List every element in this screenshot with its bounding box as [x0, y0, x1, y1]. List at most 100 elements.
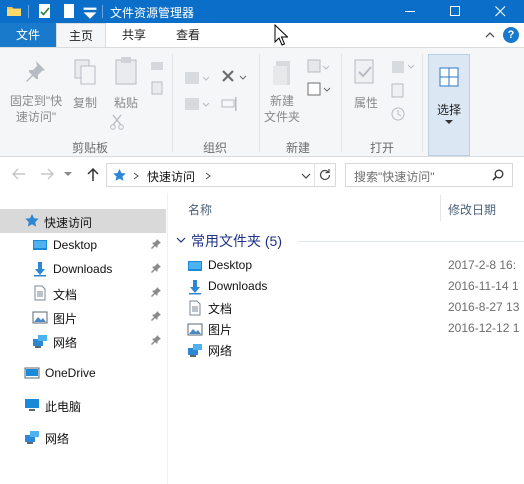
item-name: 图片 — [208, 323, 233, 337]
scissors-icon[interactable] — [110, 114, 124, 130]
minimize-icon — [405, 11, 415, 12]
list-item[interactable]: 文档 2016-8-27 13 — [170, 297, 524, 318]
delete-icon[interactable] — [220, 68, 248, 86]
close-button[interactable] — [481, 0, 521, 23]
this-pc-icon — [25, 399, 39, 411]
help-button[interactable]: ? — [503, 27, 519, 43]
pictures-folder-icon — [32, 311, 48, 324]
address-bar[interactable]: 快速访问 — [106, 163, 336, 187]
window-title: 文件资源管理器 — [110, 6, 195, 20]
refresh-icon[interactable] — [318, 168, 332, 182]
properties-icon[interactable] — [37, 3, 53, 19]
item-date: 2016-12-12 1 — [448, 321, 520, 335]
new-item-icon[interactable] — [306, 58, 330, 76]
pin-icon[interactable] — [150, 262, 162, 274]
network-icon — [25, 431, 39, 444]
network-icon — [33, 335, 47, 348]
sidebar-item-network[interactable]: 网络 — [0, 425, 166, 449]
up-arrow-icon[interactable] — [86, 167, 100, 182]
sidebar-item-onedrive[interactable]: OneDrive — [0, 361, 166, 385]
pictures-folder-icon — [187, 323, 203, 336]
quick-access-star-icon — [113, 169, 126, 181]
chevron-right-icon[interactable] — [205, 172, 211, 180]
properties-label: 属性 — [353, 96, 378, 110]
tab-view[interactable]: 查看 — [162, 23, 214, 47]
downloads-folder-icon — [189, 280, 201, 295]
sidebar-item-label: 文档 — [53, 288, 78, 302]
navigation-pane: 快速访问 Desktop Downloads 文档 图片 网络 OneDrive… — [0, 193, 168, 484]
tab-file[interactable]: 文件 — [0, 23, 56, 47]
customize-qat-icon[interactable] — [82, 6, 98, 22]
open-group-label: 打开 — [369, 141, 394, 155]
maximize-icon — [450, 6, 460, 16]
easy-access-icon[interactable] — [306, 80, 332, 98]
breadcrumb-quick-access[interactable]: 快速访问 — [147, 168, 195, 185]
column-divider[interactable] — [440, 195, 441, 221]
sidebar-item-label: Downloads — [53, 262, 113, 276]
pin-icon[interactable] — [150, 286, 162, 298]
sidebar-item-quick-access[interactable]: 快速访问 — [0, 209, 166, 233]
group-header[interactable]: 常用文件夹 (5) — [191, 231, 282, 251]
move-to-icon[interactable] — [184, 70, 210, 86]
copy-to-icon[interactable] — [184, 96, 210, 112]
folder-icon[interactable] — [6, 3, 22, 19]
rename-icon[interactable] — [220, 96, 240, 112]
pin-icon[interactable] — [150, 334, 162, 346]
forward-arrow-icon[interactable] — [40, 168, 54, 180]
minimize-button[interactable] — [391, 0, 431, 23]
sidebar-item-label: 图片 — [53, 312, 78, 326]
copy-path-icon[interactable] — [150, 81, 164, 95]
chevron-right-icon — [133, 172, 139, 180]
new-folder-icon[interactable] — [61, 3, 77, 19]
sidebar-item-label: OneDrive — [45, 366, 96, 380]
select-label: 选择 — [436, 103, 461, 117]
collapse-ribbon-icon[interactable] — [484, 29, 496, 41]
list-item[interactable]: 网络 — [170, 339, 524, 360]
copy-icon — [74, 59, 96, 85]
paste-icon — [115, 57, 137, 85]
file-list: 名称 修改日期 常用文件夹 (5) Desktop 2017-2-8 16: D… — [170, 193, 524, 484]
recent-locations-icon[interactable] — [64, 171, 72, 177]
new-folder-label-line1: 新建 — [269, 94, 294, 108]
edit-icon[interactable] — [390, 83, 406, 99]
group-divider-line — [298, 241, 524, 242]
maximize-button[interactable] — [436, 0, 476, 23]
item-name: 网络 — [208, 344, 233, 358]
sidebar-item-network-pinned[interactable]: 网络 — [0, 329, 166, 353]
item-name: Desktop — [208, 258, 253, 272]
group-divider — [259, 54, 260, 152]
search-icon[interactable] — [492, 169, 504, 181]
sidebar-item-documents[interactable]: 文档 — [0, 281, 166, 305]
ribbon: 固定到"快 速访问" 复制 粘贴 剪贴板 组织 新建 文件夹 新建 属性 打开 … — [0, 47, 524, 157]
item-date: 2016-8-27 13 — [448, 300, 520, 314]
address-dropdown-icon[interactable] — [301, 173, 311, 179]
paste-label: 粘贴 — [113, 96, 138, 110]
list-item[interactable]: Downloads 2016-11-14 1 — [170, 276, 524, 297]
search-input[interactable]: 搜索"快速访问" — [345, 163, 513, 187]
tab-home[interactable]: 主页 — [56, 23, 106, 47]
tab-share[interactable]: 共享 — [108, 23, 160, 47]
navigation-bar: 快速访问 搜索"快速访问" — [0, 157, 524, 193]
sidebar-item-label: Desktop — [53, 238, 98, 252]
group-collapse-icon[interactable] — [176, 236, 186, 244]
organize-group-label: 组织 — [202, 141, 227, 155]
item-name: Downloads — [208, 279, 268, 293]
cut-icon[interactable] — [150, 60, 164, 72]
list-item[interactable]: 图片 2016-12-12 1 — [170, 318, 524, 339]
pin-icon — [26, 61, 45, 82]
sidebar-item-pictures[interactable]: 图片 — [0, 305, 166, 329]
list-item[interactable]: Desktop 2017-2-8 16: — [170, 255, 524, 276]
search-placeholder: 搜索"快速访问" — [354, 170, 435, 184]
pin-icon[interactable] — [150, 310, 162, 322]
back-arrow-icon[interactable] — [12, 168, 26, 180]
open-icon[interactable] — [390, 60, 416, 74]
select-button[interactable]: 选择 — [428, 54, 470, 156]
onedrive-icon — [24, 367, 40, 379]
pin-icon[interactable] — [150, 238, 162, 250]
sidebar-item-this-pc[interactable]: 此电脑 — [0, 393, 166, 417]
sidebar-item-downloads[interactable]: Downloads — [0, 257, 166, 281]
sidebar-item-desktop[interactable]: Desktop — [0, 233, 166, 257]
column-header-modified[interactable]: 修改日期 — [448, 201, 496, 218]
column-header-name[interactable]: 名称 — [188, 201, 212, 218]
history-icon[interactable] — [390, 106, 406, 122]
